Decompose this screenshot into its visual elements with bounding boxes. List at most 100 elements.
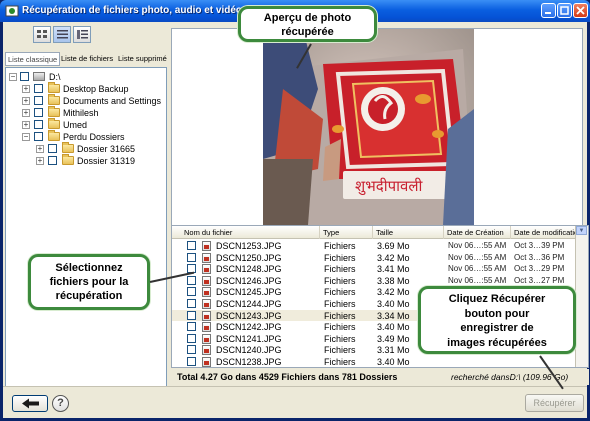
cell-created: Nov 06…:55 AM bbox=[448, 264, 507, 274]
column-header-size[interactable]: Taille bbox=[373, 226, 444, 239]
minimize-icon bbox=[545, 12, 551, 14]
cell-size: 3.49 Mo bbox=[377, 333, 410, 344]
callout-preview: Aperçu de photo récupérée bbox=[238, 6, 377, 42]
bottom-bar: ? Récupérer bbox=[3, 386, 587, 418]
expand-icon[interactable]: + bbox=[22, 97, 30, 105]
table-row[interactable]: DSCN1253.JPG Fichiers 3.69 Mo Nov 06…:55 AM… bbox=[172, 240, 576, 252]
cell-type: Fichiers bbox=[324, 310, 356, 321]
cell-type: Fichiers bbox=[324, 357, 356, 367]
image-file-icon bbox=[202, 252, 211, 263]
checkbox[interactable] bbox=[20, 72, 29, 81]
tree-item-label: Mithilesh bbox=[63, 108, 99, 118]
cell-type: Fichiers bbox=[324, 345, 356, 356]
view-details-button[interactable] bbox=[73, 26, 91, 43]
callout-select-line: fichiers pour la bbox=[49, 276, 129, 288]
expand-icon[interactable]: + bbox=[22, 85, 30, 93]
file-checkbox[interactable] bbox=[187, 345, 196, 355]
cell-name: DSCN1248.JPG bbox=[216, 264, 282, 275]
checkbox[interactable] bbox=[34, 108, 43, 117]
file-checkbox[interactable] bbox=[187, 299, 196, 308]
table-row[interactable]: DSCN1250.JPG Fichiers 3.42 Mo Nov 06…:55 AM… bbox=[172, 252, 576, 264]
status-bar: Total 4.27 Go dans 4529 Fichiers dans 78… bbox=[171, 369, 589, 385]
cell-type: Fichiers bbox=[324, 322, 356, 333]
cell-name: DSCN1240.JPG bbox=[216, 345, 282, 356]
maximize-icon bbox=[560, 6, 569, 15]
folder-icon bbox=[62, 154, 74, 165]
column-header-type[interactable]: Type bbox=[320, 226, 373, 239]
cell-size: 3.69 Mo bbox=[377, 241, 410, 251]
tab-classic-list[interactable]: Liste classique bbox=[5, 52, 61, 66]
cell-name: DSCN1238.JPG bbox=[216, 357, 282, 367]
table-row[interactable]: DSCN1246.JPG Fichiers 3.38 Mo Nov 06…:55 AM… bbox=[172, 275, 576, 287]
recover-button[interactable]: Récupérer bbox=[525, 394, 584, 412]
image-file-icon bbox=[202, 310, 211, 321]
folder-icon bbox=[48, 106, 60, 117]
callout-recover-line: Cliquez Récupérer bbox=[448, 293, 546, 305]
callout-recover-line: enregistrer de bbox=[460, 322, 534, 334]
cell-created: Nov 06…:55 AM bbox=[448, 275, 507, 285]
cell-modified: Oct 3…29 PM bbox=[514, 264, 565, 274]
status-total-text: Total 4.27 Go dans 4529 Fichiers dans 78… bbox=[177, 372, 398, 382]
scroll-down-icon[interactable]: ▼ bbox=[576, 226, 587, 235]
table-row[interactable]: DSCN1238.JPG Fichiers 3.40 Mo bbox=[172, 356, 576, 368]
column-header-created[interactable]: Date de Création bbox=[444, 226, 511, 239]
file-checkbox[interactable] bbox=[187, 357, 196, 366]
cell-type: Fichiers bbox=[324, 333, 356, 344]
checkbox[interactable] bbox=[48, 144, 57, 153]
table-row[interactable]: DSCN1248.JPG Fichiers 3.41 Mo Nov 06…:55 AM… bbox=[172, 263, 576, 275]
folder-tree[interactable]: − D:\ + Desktop Backup + Documents and S… bbox=[5, 67, 167, 388]
close-button[interactable] bbox=[573, 3, 588, 18]
collapse-icon[interactable]: − bbox=[9, 73, 17, 81]
view-thumbnails-button[interactable] bbox=[33, 26, 51, 43]
cell-type: Fichiers bbox=[324, 275, 356, 286]
maximize-button[interactable] bbox=[557, 3, 572, 18]
callout-recover-line: images récupérées bbox=[447, 336, 547, 349]
image-file-icon bbox=[202, 345, 211, 356]
cell-name: DSCN1246.JPG bbox=[216, 275, 282, 286]
file-checkbox[interactable] bbox=[187, 333, 196, 343]
cell-type: Fichiers bbox=[324, 252, 356, 263]
folder-icon bbox=[48, 94, 60, 105]
checkbox[interactable] bbox=[48, 156, 57, 165]
checkbox[interactable] bbox=[34, 84, 43, 93]
file-checkbox[interactable] bbox=[187, 310, 196, 320]
file-checkbox[interactable] bbox=[187, 241, 196, 250]
file-checkbox[interactable] bbox=[187, 322, 196, 332]
client-area: Liste classique Liste de fichiers Liste … bbox=[3, 22, 589, 418]
expand-icon[interactable]: + bbox=[22, 109, 30, 117]
cell-modified: Oct 3…36 PM bbox=[514, 252, 565, 262]
expand-icon[interactable]: + bbox=[36, 157, 44, 165]
photo-caption-text: शुभदीपावली bbox=[355, 177, 424, 196]
column-header-name[interactable]: Nom du fichier bbox=[172, 226, 320, 239]
cell-type: Fichiers bbox=[324, 287, 356, 298]
app-window: Récupération de fichiers photo, audio et… bbox=[0, 0, 590, 421]
recovered-photo: शुभदीपावली bbox=[263, 29, 474, 225]
file-checkbox[interactable] bbox=[187, 287, 196, 297]
expand-icon[interactable]: + bbox=[36, 145, 44, 153]
image-file-icon bbox=[202, 275, 211, 286]
collapse-icon[interactable]: − bbox=[22, 133, 30, 141]
list-icon bbox=[57, 30, 68, 39]
minimize-button[interactable] bbox=[541, 3, 556, 18]
callout-preview-line: récupérée bbox=[281, 26, 334, 38]
back-button[interactable] bbox=[12, 395, 48, 412]
checkbox[interactable] bbox=[34, 120, 43, 129]
column-header-modified[interactable]: Date de modificatio bbox=[511, 226, 576, 239]
tab-file-list[interactable]: Liste de fichiers bbox=[59, 52, 115, 66]
cell-name: DSCN1244.JPG bbox=[216, 299, 282, 309]
checkbox[interactable] bbox=[34, 132, 43, 141]
expand-icon[interactable]: + bbox=[22, 121, 30, 129]
photo-preview-panel: शुभदीपावली bbox=[171, 28, 583, 242]
cell-size: 3.40 Mo bbox=[377, 299, 410, 309]
help-button[interactable]: ? bbox=[52, 395, 69, 412]
image-file-icon bbox=[202, 333, 211, 344]
file-checkbox[interactable] bbox=[187, 252, 196, 262]
tab-deleted-list[interactable]: Liste supprimé bbox=[116, 52, 169, 66]
view-list-button[interactable] bbox=[53, 26, 71, 43]
file-list-vertical-scrollbar[interactable]: ▲ ▼ bbox=[575, 226, 588, 367]
image-file-icon bbox=[202, 322, 211, 333]
tree-item-label: Documents and Settings bbox=[63, 96, 162, 106]
close-icon bbox=[576, 6, 585, 15]
file-checkbox[interactable] bbox=[187, 275, 196, 285]
checkbox[interactable] bbox=[34, 96, 43, 105]
